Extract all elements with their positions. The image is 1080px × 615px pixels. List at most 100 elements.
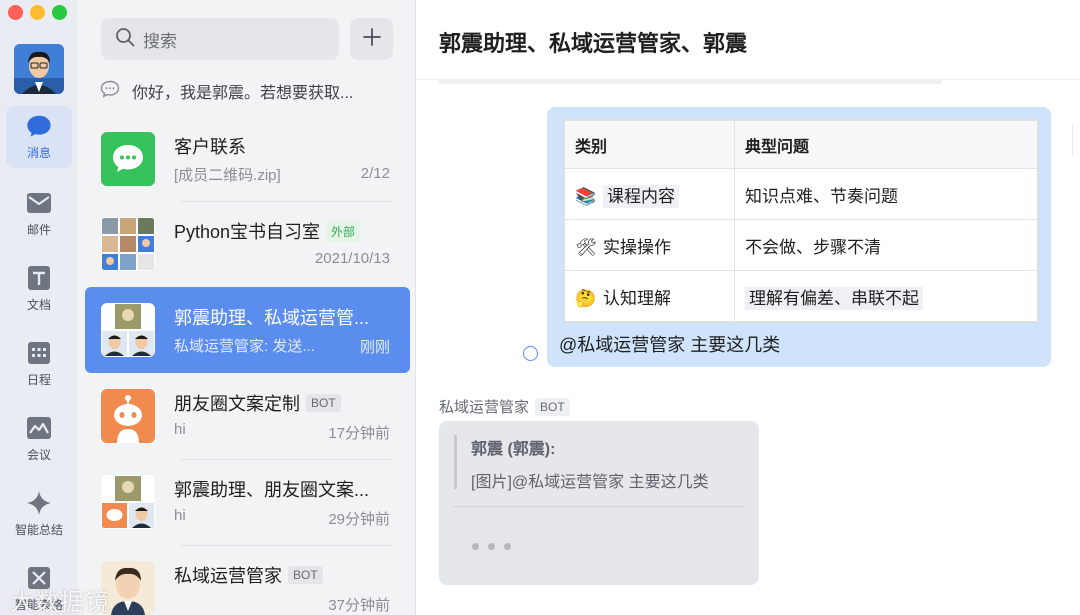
pinned-text: 你好，我是郭震。若想要获取... bbox=[132, 85, 354, 102]
typing-indicator bbox=[472, 543, 511, 550]
minimize-window-button[interactable] bbox=[30, 5, 45, 20]
panel-edge bbox=[1072, 125, 1073, 155]
rail-item-label: 文档 bbox=[26, 298, 51, 312]
maximize-window-button[interactable] bbox=[52, 5, 67, 20]
table-row bbox=[564, 321, 1038, 322]
conversation-name: 朋友圈文案定制 bbox=[174, 394, 300, 414]
conversation-time: 37分钟前 bbox=[328, 597, 390, 614]
window-controls bbox=[8, 5, 67, 20]
quote-author: 郭震 (郭震): bbox=[471, 441, 556, 458]
message-image[interactable]: 类别 典型问题 📚 课程内容 知识点难、节奏问题 🛠 实操操作 不会做、步骤不清 🤔… bbox=[563, 119, 1039, 323]
external-tag: 外部 bbox=[326, 220, 361, 242]
group-avatar bbox=[101, 217, 155, 271]
my-message-bubble[interactable]: 类别 典型问题 📚 课程内容 知识点难、节奏问题 🛠 实操操作 不会做、步骤不清 🤔… bbox=[547, 107, 1051, 367]
group-avatar bbox=[101, 303, 155, 357]
plus-icon bbox=[362, 27, 382, 52]
rail-item-label: 日程 bbox=[26, 373, 51, 387]
read-status-icon[interactable] bbox=[523, 346, 538, 361]
conversation-time: 刚刚 bbox=[359, 339, 390, 356]
add-button[interactable] bbox=[350, 18, 393, 60]
left-rail: 消息 邮件 文档 日程 会议 智能总结 智能表格 bbox=[0, 0, 78, 615]
conversation-item[interactable]: 郭震助理、朋友圈文案... hi 29分钟前 bbox=[85, 459, 410, 545]
meeting-icon bbox=[26, 415, 52, 441]
rail-item-docs[interactable]: 文档 bbox=[6, 258, 72, 320]
conversation-item[interactable]: 客户联系 [成员二维码.zip] 2/12 bbox=[85, 116, 410, 202]
conversation-time: 17分钟前 bbox=[328, 425, 390, 442]
rail-item-label: 邮件 bbox=[26, 223, 51, 237]
conversation-name: 客户联系 bbox=[174, 137, 246, 157]
tools-icon: 🛠 bbox=[575, 237, 597, 257]
table-row: 🤔 认知理解 理解有偏差、串联不起 bbox=[564, 270, 1038, 322]
conversation-name: Python宝书自习室 bbox=[174, 222, 321, 242]
reply-divider bbox=[453, 506, 745, 507]
speech-bubble-icon bbox=[100, 80, 120, 103]
calendar-icon bbox=[26, 340, 52, 366]
table-cell: 理解有偏差、串联不起 bbox=[745, 286, 923, 310]
bot-tag: BOT bbox=[535, 397, 570, 416]
quoted-message[interactable]: 郭震 (郭震): [图片]@私域运营管家 主要这几类 bbox=[454, 435, 744, 491]
typing-dot bbox=[504, 543, 511, 550]
watermark: 大数据镜 bbox=[10, 589, 110, 615]
conversation-item[interactable]: Python宝书自习室 外部 2021/10/13 bbox=[85, 201, 410, 287]
conversation-name: 郭震助理、私域运营管... bbox=[174, 308, 370, 328]
rail-item-messages[interactable]: 消息 bbox=[6, 106, 72, 168]
conversation-item-active[interactable]: 郭震助理、私域运营管... 私域运营管家: 发送... 刚刚 bbox=[85, 287, 410, 373]
close-window-button[interactable] bbox=[8, 5, 23, 20]
conversation-preview: 私域运营管家: 发送... bbox=[174, 338, 315, 355]
robot-avatar bbox=[101, 389, 155, 443]
sender-name: 私域运营管家 bbox=[439, 399, 530, 416]
books-icon: 📚 bbox=[575, 186, 597, 206]
table-cell: 认知理解 bbox=[603, 288, 671, 308]
conversation-preview: hi bbox=[174, 507, 186, 524]
rail-item-label: 会议 bbox=[26, 448, 51, 462]
mail-icon bbox=[26, 190, 52, 216]
table-header: 典型问题 bbox=[734, 120, 1038, 169]
previous-message-bubble bbox=[437, 80, 942, 84]
quote-body: [图片]@私域运营管家 主要这几类 bbox=[471, 474, 709, 491]
rail-item-meeting[interactable]: 会议 bbox=[6, 408, 72, 470]
rail-item-label: 智能总结 bbox=[14, 523, 63, 537]
thinking-face-icon: 🤔 bbox=[575, 288, 597, 308]
rail-item-calendar[interactable]: 日程 bbox=[6, 333, 72, 395]
category-table: 类别 典型问题 📚 课程内容 知识点难、节奏问题 🛠 实操操作 不会做、步骤不清 🤔… bbox=[564, 120, 1038, 322]
search-input[interactable]: 搜索 bbox=[101, 18, 339, 60]
sparkle-icon bbox=[26, 490, 52, 516]
conversation-item[interactable]: 私域运营管家 BOT 37分钟前 bbox=[85, 545, 410, 615]
my-avatar[interactable] bbox=[14, 44, 64, 94]
conversation-name: 郭震助理、朋友圈文案... bbox=[174, 480, 370, 500]
doc-icon bbox=[26, 265, 52, 291]
wechat-group-avatar bbox=[101, 132, 155, 186]
conversation-time: 2021/10/13 bbox=[314, 250, 390, 267]
typing-dot bbox=[472, 543, 479, 550]
pinned-notice[interactable]: 你好，我是郭震。若想要获取... bbox=[100, 78, 400, 104]
table-cell: 知识点难、节奏问题 bbox=[745, 186, 898, 206]
message-icon bbox=[26, 113, 52, 139]
bot-tag: BOT bbox=[288, 566, 323, 584]
conversation-time: 29分钟前 bbox=[328, 511, 390, 528]
bot-sender-row: 私域运营管家 BOT bbox=[439, 396, 570, 417]
rail-item-mail[interactable]: 邮件 bbox=[6, 183, 72, 245]
table-cell: 不会做、步骤不清 bbox=[745, 237, 881, 257]
rail-item-smart-summary[interactable]: 智能总结 bbox=[6, 483, 72, 545]
conversation-item[interactable]: 朋友圈文案定制 BOT hi 17分钟前 bbox=[85, 373, 410, 459]
conversation-list: 搜索 你好，我是郭震。若想要获取... 客户联系 [成员二维码.zip] 2/1… bbox=[78, 0, 416, 615]
conversation-name: 私域运营管家 bbox=[174, 566, 282, 586]
bot-reply-bubble[interactable]: 郭震 (郭震): [图片]@私域运营管家 主要这几类 bbox=[439, 421, 759, 585]
table-row: 🛠 实操操作 不会做、步骤不清 bbox=[564, 219, 1038, 271]
table-cell: 实操操作 bbox=[603, 237, 671, 257]
search-icon bbox=[115, 27, 135, 52]
conversation-preview: hi bbox=[174, 421, 186, 438]
chat-header: 郭震助理、私域运营管家、郭震 bbox=[417, 0, 1080, 80]
rail-item-label: 消息 bbox=[26, 146, 51, 160]
chat-panel: 郭震助理、私域运营管家、郭震 类别 典型问题 📚 课程内容 知识点难、节奏问题 🛠… bbox=[417, 0, 1080, 615]
table-header: 类别 bbox=[564, 120, 735, 169]
typing-dot bbox=[488, 543, 495, 550]
table-row: 📚 课程内容 知识点难、节奏问题 bbox=[564, 168, 1038, 220]
conversation-time: 2/12 bbox=[360, 165, 390, 182]
bot-tag: BOT bbox=[306, 394, 341, 412]
chat-title: 郭震助理、私域运营管家、郭震 bbox=[439, 31, 748, 56]
my-message-text: @私域运营管家 主要这几类 bbox=[559, 335, 781, 355]
conversation-preview: [成员二维码.zip] bbox=[174, 167, 281, 184]
group-avatar bbox=[101, 475, 155, 529]
search-placeholder: 搜索 bbox=[143, 31, 177, 51]
